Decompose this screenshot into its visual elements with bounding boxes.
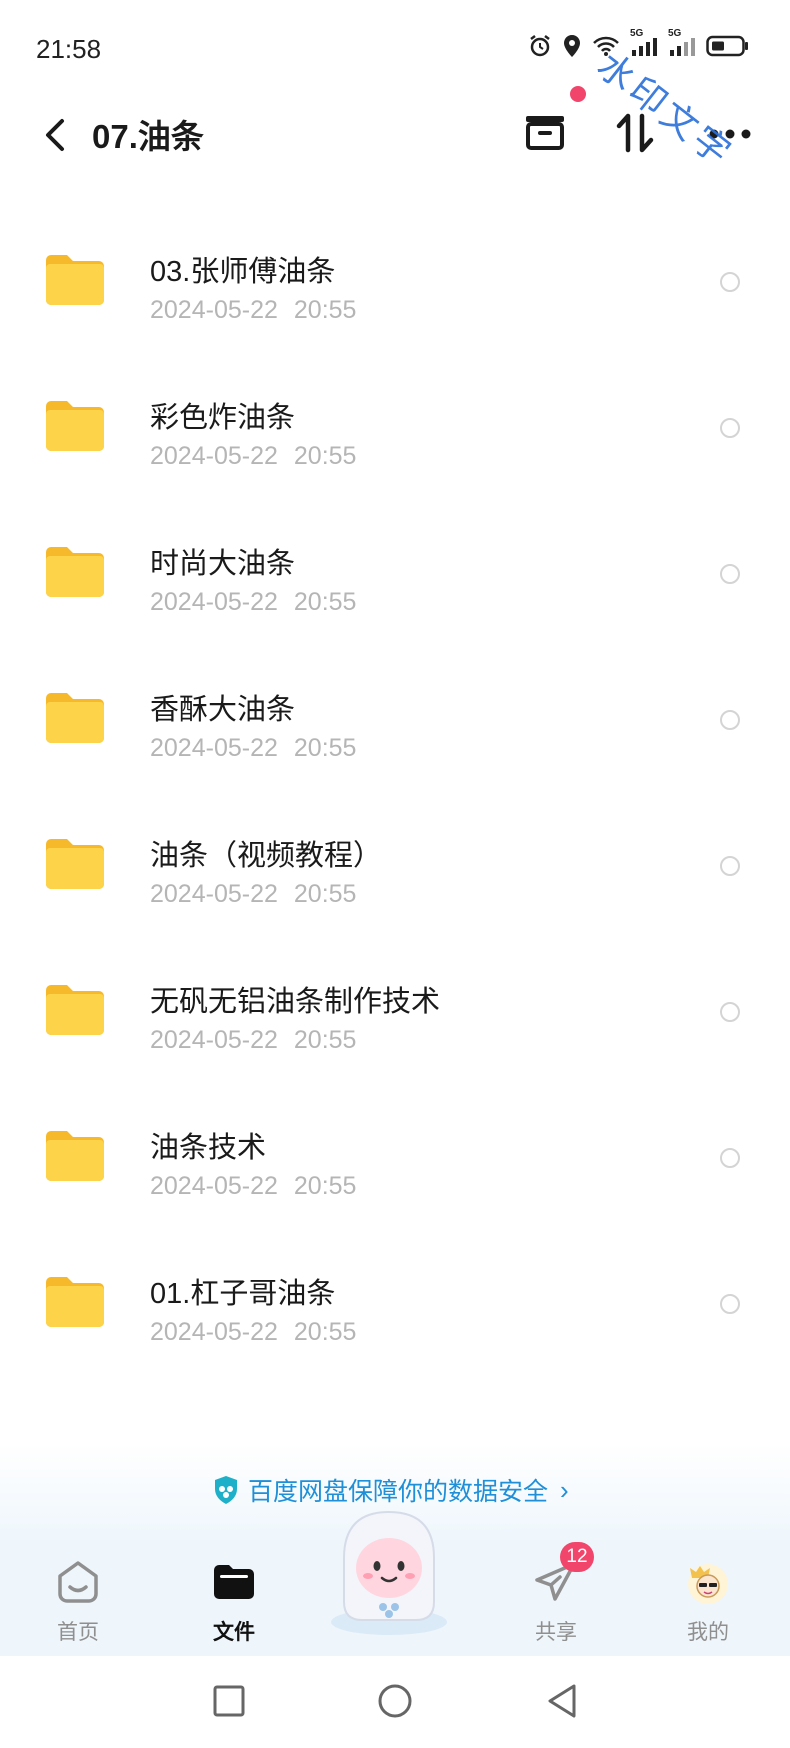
notification-dot bbox=[570, 86, 586, 102]
back-button[interactable] bbox=[34, 112, 80, 158]
folder-timestamp: 2024-05-22 20:55 bbox=[150, 296, 356, 325]
folder-name: 03.张师傅油条 bbox=[150, 256, 336, 288]
recent-apps-icon[interactable] bbox=[206, 1678, 252, 1724]
folder-name: 油条（视频教程） bbox=[150, 840, 383, 872]
select-checkbox[interactable] bbox=[720, 710, 740, 730]
nav-files[interactable]: 文件 bbox=[174, 1540, 294, 1656]
share-badge: 12 bbox=[560, 1542, 594, 1572]
folder-name: 时尚大油条 bbox=[150, 548, 296, 580]
folder-date: 2024-05-22 bbox=[150, 880, 278, 908]
folder-row[interactable]: 油条技术 2024-05-22 20:55 bbox=[0, 1082, 790, 1228]
alarm-icon bbox=[530, 35, 550, 57]
page-title: 07.油条 bbox=[92, 118, 204, 155]
folder-row[interactable]: 油条（视频教程） 2024-05-22 20:55 bbox=[0, 790, 790, 936]
folder-time: 20:55 bbox=[293, 1172, 357, 1200]
folder-timestamp: 2024-05-22 20:55 bbox=[150, 1318, 356, 1347]
folder-date: 2024-05-22 bbox=[150, 1318, 278, 1346]
folder-filled-icon bbox=[214, 1565, 254, 1599]
select-checkbox[interactable] bbox=[720, 1148, 740, 1168]
folder-name: 香酥大油条 bbox=[150, 694, 296, 726]
archive-box-icon bbox=[526, 116, 564, 150]
folder-timestamp: 2024-05-22 20:55 bbox=[150, 588, 356, 617]
folder-date: 2024-05-22 bbox=[150, 734, 278, 762]
status-time: 21:58 bbox=[36, 34, 102, 64]
shield-icon bbox=[215, 1476, 237, 1504]
folder-row[interactable]: 香酥大油条 2024-05-22 20:55 bbox=[0, 644, 790, 790]
folder-name: 彩色炸油条 bbox=[150, 402, 296, 434]
folder-icon bbox=[46, 401, 104, 451]
folder-name: 油条技术 bbox=[150, 1132, 267, 1164]
select-checkbox[interactable] bbox=[720, 564, 740, 584]
folder-icon bbox=[46, 839, 104, 889]
nav-share-label: 共享 bbox=[535, 1621, 577, 1644]
location-icon bbox=[564, 35, 580, 57]
folder-icon bbox=[46, 985, 104, 1035]
folder-row[interactable]: 无矾无铝油条制作技术 2024-05-22 20:55 bbox=[0, 936, 790, 1082]
signal-5g-icon: 5G bbox=[668, 28, 696, 58]
folder-time: 20:55 bbox=[293, 1026, 357, 1054]
folder-date: 2024-05-22 bbox=[150, 1026, 278, 1054]
home-face-icon bbox=[58, 1561, 98, 1603]
folder-timestamp: 2024-05-22 20:55 bbox=[150, 734, 356, 763]
folder-icon bbox=[46, 255, 104, 305]
folder-time: 20:55 bbox=[293, 734, 357, 762]
nav-home[interactable]: 首页 bbox=[18, 1540, 138, 1656]
folder-row[interactable]: 03.张师傅油条 2024-05-22 20:55 bbox=[0, 206, 790, 352]
system-nav-bar bbox=[0, 1656, 790, 1748]
select-checkbox[interactable] bbox=[720, 856, 740, 876]
select-checkbox[interactable] bbox=[720, 1294, 740, 1314]
folder-icon bbox=[46, 693, 104, 743]
folder-time: 20:55 bbox=[293, 588, 357, 616]
archive-button[interactable] bbox=[516, 104, 576, 164]
chevron-right-icon: › bbox=[560, 1474, 569, 1505]
folder-time: 20:55 bbox=[293, 296, 357, 324]
nav-mine[interactable]: 我的 bbox=[648, 1540, 768, 1656]
folder-date: 2024-05-22 bbox=[150, 442, 278, 470]
nav-mine-label: 我的 bbox=[687, 1621, 729, 1644]
folder-date: 2024-05-22 bbox=[150, 1172, 278, 1200]
folder-timestamp: 2024-05-22 20:55 bbox=[150, 1172, 356, 1201]
mascot-assistant-button[interactable] bbox=[314, 1498, 464, 1640]
battery-icon bbox=[706, 35, 748, 57]
folder-row[interactable]: 01.杠子哥油条 2024-05-22 20:55 bbox=[0, 1228, 790, 1374]
select-checkbox[interactable] bbox=[720, 418, 740, 438]
folder-list: 03.张师傅油条 2024-05-22 20:55 彩色炸油条 2024-05-2… bbox=[0, 206, 790, 1374]
folder-icon bbox=[46, 547, 104, 597]
folder-date: 2024-05-22 bbox=[150, 588, 278, 616]
chevron-left-icon bbox=[46, 119, 64, 151]
nav-files-label: 文件 bbox=[213, 1621, 255, 1644]
folder-name: 无矾无铝油条制作技术 bbox=[150, 986, 441, 1018]
system-home-icon[interactable] bbox=[372, 1678, 418, 1724]
folder-row[interactable]: 彩色炸油条 2024-05-22 20:55 bbox=[0, 352, 790, 498]
folder-timestamp: 2024-05-22 20:55 bbox=[150, 442, 356, 471]
folder-icon bbox=[46, 1277, 104, 1327]
nav-home-label: 首页 bbox=[57, 1621, 99, 1644]
folder-timestamp: 2024-05-22 20:55 bbox=[150, 880, 356, 909]
folder-timestamp: 2024-05-22 20:55 bbox=[150, 1026, 356, 1055]
folder-time: 20:55 bbox=[293, 1318, 357, 1346]
select-checkbox[interactable] bbox=[720, 272, 740, 292]
folder-time: 20:55 bbox=[293, 880, 357, 908]
folder-row[interactable]: 时尚大油条 2024-05-22 20:55 bbox=[0, 498, 790, 644]
system-back-icon[interactable] bbox=[540, 1678, 586, 1724]
folder-icon bbox=[46, 1131, 104, 1181]
nav-share[interactable]: 12 共享 bbox=[496, 1540, 616, 1656]
folder-time: 20:55 bbox=[293, 442, 357, 470]
avatar bbox=[688, 1564, 728, 1604]
folder-date: 2024-05-22 bbox=[150, 296, 278, 324]
folder-name: 01.杠子哥油条 bbox=[150, 1278, 336, 1310]
select-checkbox[interactable] bbox=[720, 1002, 740, 1022]
